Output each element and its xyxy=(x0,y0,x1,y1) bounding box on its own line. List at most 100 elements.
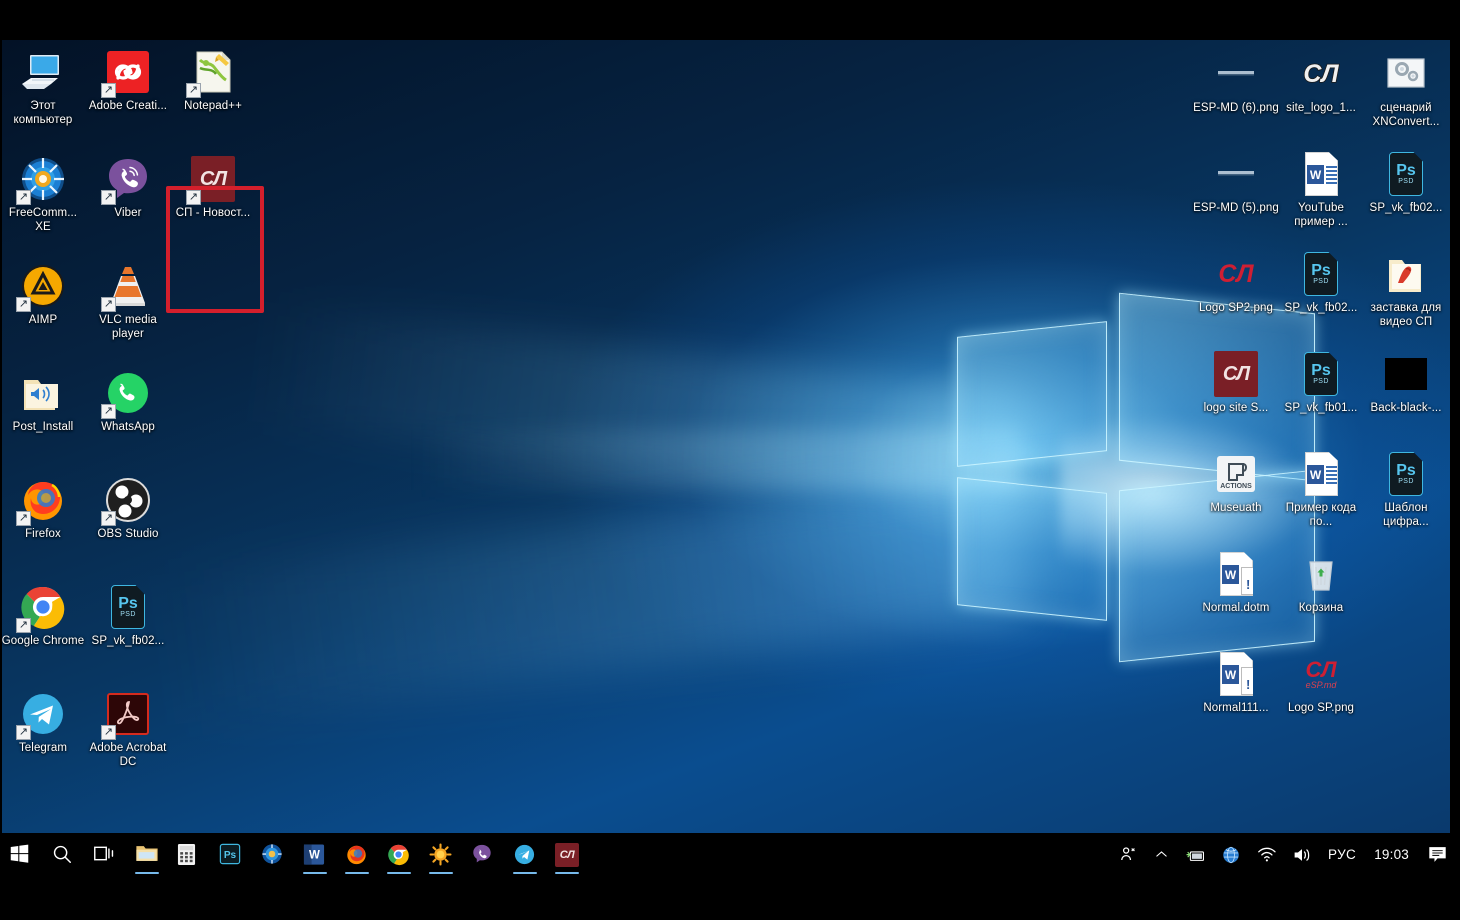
png-thumbnail-icon xyxy=(1212,50,1260,98)
desktop-icon[interactable]: Ps PSD SP_vk_fb02... xyxy=(1363,150,1449,216)
desktop-icon-label: SP_vk_fb02... xyxy=(91,635,165,647)
sp-browser-button[interactable]: СЛ xyxy=(546,833,588,876)
desktop-icon[interactable]: Back-black-... xyxy=(1363,350,1449,416)
desktop-icon[interactable]: Ps PSD SP_vk_fb01... xyxy=(1278,350,1364,416)
search-button[interactable] xyxy=(42,833,84,876)
sun-app-icon xyxy=(429,842,453,867)
system-tray[interactable]: РУС 19:03 xyxy=(1111,833,1456,876)
desktop-icon[interactable]: W Пример кода по... xyxy=(1278,450,1364,529)
this-pc-icon xyxy=(19,48,67,96)
desktop-icon[interactable]: W! Normal.dotm xyxy=(1193,550,1279,616)
desktop-icon-label: SP_vk_fb02... xyxy=(1284,302,1358,314)
people-icon[interactable] xyxy=(1111,833,1146,876)
network-globe-icon[interactable] xyxy=(1213,833,1249,876)
desktop-icon[interactable]: СЛ eSP.md Logo SP.png xyxy=(1278,650,1364,716)
desktop-icon[interactable]: FreeComm... XE xyxy=(0,155,86,234)
screen-root: Этот компьютер Adobe Creati... Notepad++ xyxy=(0,0,1460,920)
png-thumbnail-icon xyxy=(1212,150,1260,198)
shortcut-overlay-icon xyxy=(16,297,31,312)
file-explorer-button[interactable] xyxy=(126,833,168,876)
sp-site-logo-icon: СЛ xyxy=(1297,50,1345,98)
photoshop-icon: Ps xyxy=(219,843,243,867)
desktop-icon-label: ESP-MD (6).png xyxy=(1193,102,1279,114)
shortcut-overlay-icon xyxy=(16,190,31,205)
chrome-button[interactable] xyxy=(378,833,420,876)
black-image-icon xyxy=(1382,350,1430,398)
desktop-icon-label: Этот компьютер xyxy=(13,100,73,126)
windows-logo-icon xyxy=(9,843,33,867)
volume-icon[interactable] xyxy=(1284,833,1320,876)
desktop-icon[interactable]: СЛ site_logo_1... xyxy=(1278,50,1364,116)
taskbar-button-strip: Ps W СЛ xyxy=(0,833,588,876)
word-button[interactable]: W xyxy=(294,833,336,876)
shortcut-overlay-icon xyxy=(101,404,116,419)
desktop-icon-label: Корзина xyxy=(1298,602,1344,614)
desktop-icon[interactable]: Google Chrome xyxy=(0,583,86,649)
desktop-icon[interactable]: сценарий XNConvert... xyxy=(1363,50,1449,129)
desktop-icon-label: Adobe Acrobat DC xyxy=(89,742,167,768)
desktop-icon[interactable]: заставка для видео СП xyxy=(1363,250,1449,329)
photoshop-psd-file-icon: Ps PSD xyxy=(1297,250,1345,298)
firefox-button[interactable] xyxy=(336,833,378,876)
desktop-icon[interactable]: СЛ logo site S... xyxy=(1193,350,1279,416)
desktop-icon[interactable]: Ps PSD Шаблон цифра... xyxy=(1363,450,1449,529)
photoshop-psd-file-icon: Ps PSD xyxy=(104,583,152,631)
viber-button[interactable] xyxy=(462,833,504,876)
telegram-icon xyxy=(16,690,67,740)
sunny-app-button[interactable] xyxy=(420,833,462,876)
hero-pane-top-left xyxy=(957,321,1107,467)
desktop-icon[interactable]: Firefox xyxy=(0,476,86,542)
firefox-icon xyxy=(345,843,369,867)
desktop-icon[interactable]: OBS Studio xyxy=(85,476,171,542)
shortcut-overlay-icon xyxy=(101,725,116,740)
desktop-icon[interactable]: Корзина xyxy=(1278,550,1364,616)
start-button[interactable] xyxy=(0,833,42,876)
desktop-icon[interactable]: AIMP xyxy=(0,262,86,328)
desktop-icon[interactable]: Post_Install xyxy=(0,369,86,435)
svg-text:ACTIONS: ACTIONS xyxy=(1220,483,1252,490)
calculator-button[interactable] xyxy=(168,833,210,876)
desktop-icon-label: YouTube пример ... xyxy=(1294,202,1348,228)
language-indicator[interactable]: РУС xyxy=(1320,833,1364,876)
shortcut-overlay-icon xyxy=(101,190,116,205)
task-view-button[interactable] xyxy=(84,833,126,876)
desktop-icon[interactable]: Ps PSD SP_vk_fb02... xyxy=(85,583,171,649)
sp-logo-esp-md-icon: СЛ eSP.md xyxy=(1297,650,1345,698)
photoshop-button[interactable]: Ps xyxy=(210,833,252,876)
recycle-bin-icon xyxy=(1297,550,1345,598)
vlc-media-player-icon xyxy=(101,262,152,312)
desktop-icon[interactable]: VLC media player xyxy=(85,262,171,341)
folder-picture-icon xyxy=(1382,250,1430,298)
safely-remove-hardware-icon[interactable] xyxy=(1177,833,1213,876)
desktop-icon[interactable]: ACTIONS Museuath xyxy=(1193,450,1279,516)
desktop-icon[interactable]: Viber xyxy=(85,155,171,221)
desktop-icon[interactable]: W YouTube пример ... xyxy=(1278,150,1364,229)
clock[interactable]: 19:03 xyxy=(1364,833,1419,876)
desktop-icon[interactable]: Notepad++ xyxy=(170,48,256,114)
desktop-icon[interactable]: СЛ Logo SP2.png xyxy=(1193,250,1279,316)
chevron-up-icon[interactable] xyxy=(1146,833,1177,876)
folder-shortcut-icon xyxy=(19,369,67,417)
sp-logo-tile-icon: СЛ xyxy=(555,842,579,867)
google-chrome-icon xyxy=(16,583,67,633)
desktop-icon[interactable]: ESP-MD (6).png xyxy=(1193,50,1279,116)
desktop-icon[interactable]: Adobe Creati... xyxy=(85,48,171,114)
desktop-icon[interactable]: Telegram xyxy=(0,690,86,756)
desktop-icon-label: Telegram xyxy=(18,742,68,754)
wifi-icon[interactable] xyxy=(1249,833,1284,876)
svg-text:Ps: Ps xyxy=(224,850,237,861)
desktop-icon[interactable]: WhatsApp xyxy=(85,369,171,435)
letterbox-bottom xyxy=(0,876,1460,920)
desktop-icon-label: заставка для видео СП xyxy=(1370,302,1442,328)
desktop-icon[interactable]: ESP-MD (5).png xyxy=(1193,150,1279,216)
desktop-icon[interactable]: W! Normal111... xyxy=(1193,650,1279,716)
telegram-button[interactable] xyxy=(504,833,546,876)
desktop-icon[interactable]: Adobe Acrobat DC xyxy=(85,690,171,769)
desktop-icon[interactable]: Этот компьютер xyxy=(0,48,86,127)
desktop-icon[interactable]: Ps PSD SP_vk_fb02... xyxy=(1278,250,1364,316)
photoshop-psd-file-icon: Ps PSD xyxy=(1382,150,1430,198)
shortcut-overlay-icon xyxy=(16,725,31,740)
freecommander-button[interactable] xyxy=(252,833,294,876)
desktop-surface[interactable]: Этот компьютер Adobe Creati... Notepad++ xyxy=(0,40,1450,833)
adobe-acrobat-dc-icon xyxy=(101,690,152,740)
